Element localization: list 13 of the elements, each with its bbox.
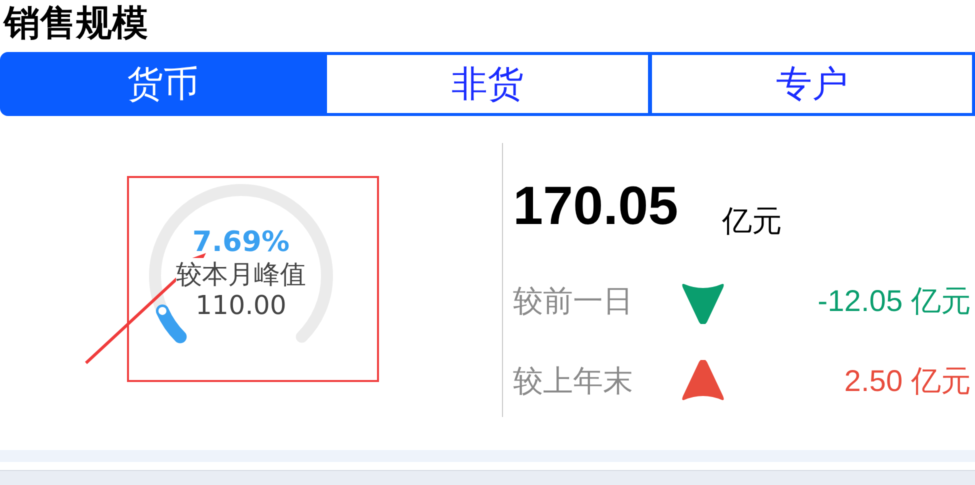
gauge-label: 较本月峰值 (176, 258, 306, 290)
tab[interactable]: 非货 (327, 55, 648, 113)
gauge-percent: 7.69% (192, 226, 290, 258)
section-title: 销售规模 (2, 1, 149, 45)
comparison-label: 较上年末 (513, 364, 634, 400)
comparison-value: -12.05 亿元 (818, 284, 972, 320)
tab[interactable]: 专户 (652, 55, 972, 113)
gauge-fill (156, 304, 187, 344)
comparison-value: 2.50 亿元 (844, 364, 972, 400)
comparison-label: 较前一日 (513, 284, 634, 320)
gauge-value: 110.00 (196, 290, 286, 322)
total-unit: 亿元 (722, 204, 782, 240)
total-value: 170.05 (513, 176, 678, 236)
